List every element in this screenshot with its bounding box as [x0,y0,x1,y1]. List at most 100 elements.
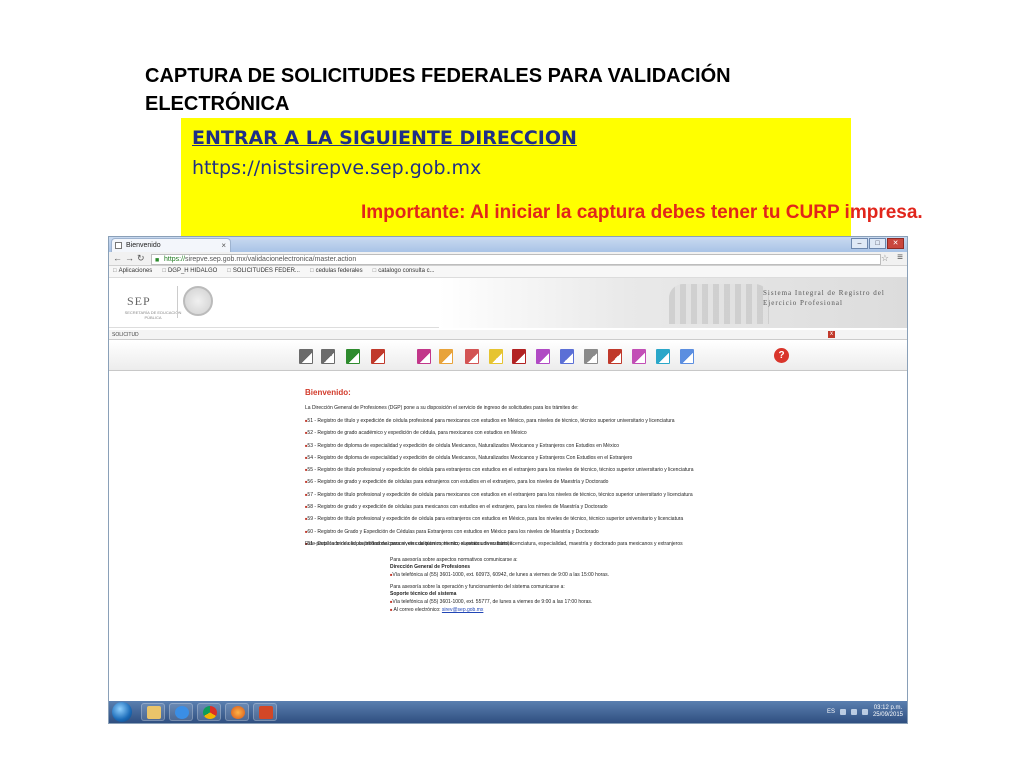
firefox-taskbar-button[interactable] [225,703,249,721]
list-item: 57 - Registro de título profesional y ex… [305,489,905,501]
forward-arrow-icon[interactable]: → [125,253,134,263]
logo-divider [177,286,178,318]
list-item: 52 - Registro de grado académico y exped… [305,427,905,439]
chrome-icon [203,706,217,719]
sep-subtitle: SECRETARÍA DE EDUCACIÓN PÚBLICA [124,310,182,320]
page-icon [115,242,122,249]
start-button[interactable] [112,702,132,722]
clock-time: 03:12 p.m. [873,705,903,711]
intro-text: La Dirección General de Profesiones (DGP… [305,405,579,411]
tab-title: Bienvenido [126,242,161,249]
window-controls: – □ ✕ [851,238,904,249]
toolbar-tool-icon[interactable] [536,349,550,364]
national-seal-icon [183,286,213,316]
minimize-button[interactable]: – [851,238,868,249]
system-tray: ES 03:12 p.m. 25/09/2015 [827,703,903,721]
toolbar-tool-icon[interactable] [371,349,385,364]
solicitud-bar: SOLICITUD x [109,330,907,340]
browser-tab[interactable]: Bienvenido × [111,238,231,252]
list-item: 56 - Registro de grado y expedición de c… [305,476,905,488]
toolbar-tool-icon[interactable] [584,349,598,364]
toolbar-tool-icon[interactable] [608,349,622,364]
toolbar-tool-icon[interactable] [680,349,694,364]
bookmark-star-icon[interactable]: ☆ [881,253,889,264]
list-item: 51 - Registro de título y expedición de … [305,415,905,427]
solicitud-label: SOLICITUD [112,332,139,338]
soporte-phone: Vía telefónica al (55) 3601-1000, ext. 5… [390,598,750,606]
back-arrow-icon[interactable]: ← [113,253,122,263]
chrome-taskbar-button[interactable] [197,703,221,721]
portal-note: Este portal le brinda la posibilidad de … [305,541,514,547]
address-bar: ← → ↻ ■ https://sirepve.sep.gob.mx/valid… [109,252,907,266]
powerpoint-taskbar-button[interactable] [253,703,277,721]
flag-icon[interactable] [861,709,868,715]
welcome-content: Bienvenido: La Dirección General de Prof… [109,371,907,703]
close-solicitud-icon[interactable]: x [828,331,835,338]
explorer-taskbar-button[interactable] [141,703,165,721]
browser-titlebar: Bienvenido × – □ ✕ [109,237,907,252]
bookmark-catalogo-consulta[interactable]: catalogo consulta c... [373,266,434,277]
url-path: sirepve.sep.gob.mx/validacionelectronica… [185,256,357,263]
url-input[interactable]: ■ https://sirepve.sep.gob.mx/validacione… [151,254,881,265]
ie-taskbar-button[interactable] [169,703,193,721]
toolbar-tool-icon[interactable] [632,349,646,364]
toolbar-tool-icon[interactable] [439,349,453,364]
site-header: SEP SECRETARÍA DE EDUCACIÓN PÚBLICA Sist… [109,278,907,328]
language-indicator[interactable]: ES [827,709,835,715]
toolbar-tool-icon[interactable] [560,349,574,364]
list-item: 55 - Registro de título profesional y ex… [305,464,905,476]
lock-icon: ■ [155,257,160,264]
internet-explorer-icon [175,706,189,719]
bookmarks-bar: Aplicaciones DGP_H HIDALGO SOLICITUDES F… [109,266,907,278]
asesoria-normativa-text: Para asesoría sobre aspectos normativos … [390,557,518,563]
toolbar-tool-icon[interactable] [346,349,360,364]
list-item: 60 - Registro de Grado y Expedición de C… [305,526,905,538]
reload-icon[interactable]: ↻ [137,253,145,264]
soporte-email-link[interactable]: sirev@sep.gob.mx [442,607,483,613]
firefox-icon [231,706,245,719]
system-title: Sistema Integral de Registro del Ejercic… [763,289,885,307]
network-icon[interactable] [839,709,846,715]
bookmark-aplicaciones[interactable]: Aplicaciones [113,266,153,277]
action-toolbar: ? [109,341,907,371]
toolbar-tool-icon[interactable] [656,349,670,364]
soporte-email-label: Al correo electrónico: [393,607,441,613]
dgp-phone: Vía telefónica al (55) 3601-1000, ext. 6… [390,571,750,579]
toolbar-tool-icon[interactable] [489,349,503,364]
clock[interactable]: 03:12 p.m. 25/09/2015 [873,705,903,719]
welcome-heading: Bienvenido: [305,388,351,397]
slide-title: CAPTURA DE SOLICITUDES FEDERALES PARA VA… [145,65,731,115]
powerpoint-icon [259,706,273,719]
help-icon[interactable]: ? [774,348,789,363]
bookmark-dgp-hidalgo[interactable]: DGP_H HIDALGO [162,266,217,277]
people-silhouettes-image [669,284,769,324]
bookmark-solicitudes-federales[interactable]: SOLICITUDES FEDER... [227,266,300,277]
importante-note: Importante: Al iniciar la captura debes … [361,202,923,223]
toolbar-tool-icon[interactable] [417,349,431,364]
direccion-label[interactable]: ENTRAR A LA SIGUIENTE DIRECCION [192,127,577,149]
browser-menu-icon[interactable]: ≡ [897,252,903,263]
toolbar-tool-icon[interactable] [465,349,479,364]
slide: CAPTURA DE SOLICITUDES FEDERALES PARA VA… [0,0,1024,768]
toolbar-tool-icon[interactable] [512,349,526,364]
contact-info: Para asesoría sobre aspectos normativos … [390,557,750,614]
list-item: 59 - Registro de título profesional y ex… [305,513,905,525]
toolbar-tool-icon[interactable] [321,349,335,364]
windows-taskbar: ES 03:12 p.m. 25/09/2015 [109,701,907,723]
direccion-url-link[interactable]: https://nistsirepve.sep.gob.mx [192,157,481,179]
tab-close-icon[interactable]: × [221,239,226,252]
toolbar-tool-icon[interactable] [299,349,313,364]
clock-date: 25/09/2015 [872,712,903,718]
sep-logo: SEP [127,294,151,308]
volume-icon[interactable] [850,709,857,715]
bookmark-cedulas-federales[interactable]: cedulas federales [310,266,363,277]
url-https: https:// [164,256,186,263]
list-item: 53 - Registro de diploma de especialidad… [305,440,905,452]
browser-screenshot: Bienvenido × – □ ✕ ← → ↻ ■ https://sirep… [108,236,908,724]
maximize-button[interactable]: □ [869,238,886,249]
list-item: 58 - Registro de grado y expedición de c… [305,501,905,513]
list-item: 54 - Registro de diploma de especialidad… [305,452,905,464]
program-list: 51 - Registro de título y expedición de … [305,415,905,550]
soporte-email-row: Al correo electrónico: sirev@sep.gob.mx [390,606,750,614]
close-window-button[interactable]: ✕ [887,238,904,249]
